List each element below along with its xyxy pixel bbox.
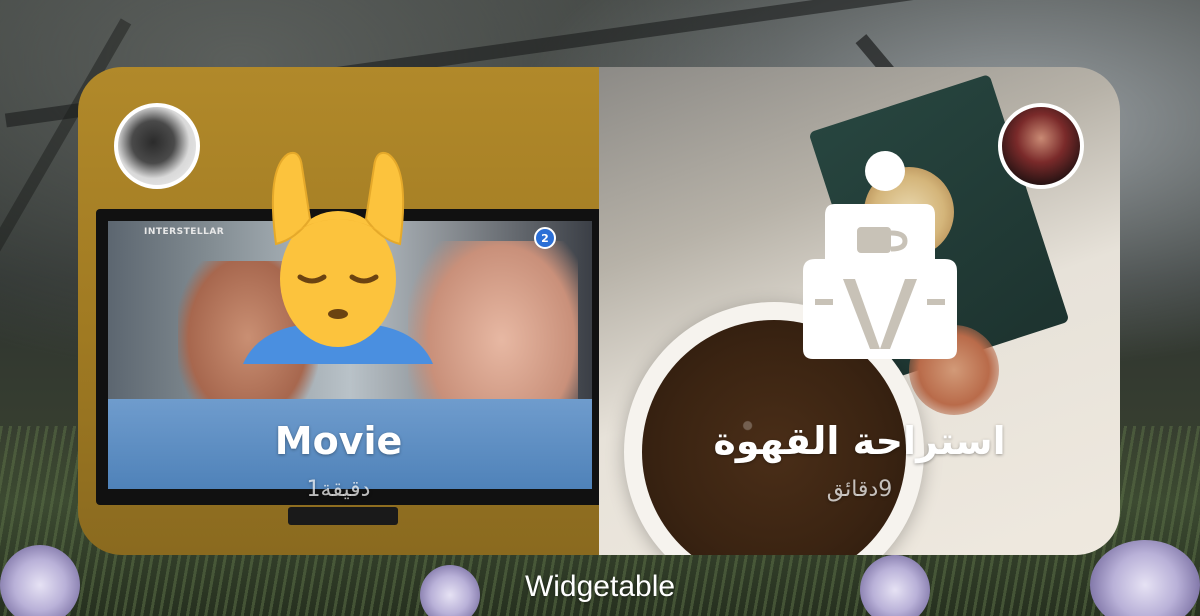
panel-title: استراحة القهوة <box>713 419 1006 463</box>
panel-title: Movie <box>274 419 403 463</box>
duration-widget[interactable]: INTERSTELLAR 2 Movie 1دقيقة استراحة القه… <box>78 67 1120 555</box>
coffee-break-pictogram-icon <box>803 151 957 359</box>
widget-panel-movie[interactable]: INTERSTELLAR 2 Movie 1دقيقة <box>78 67 599 555</box>
panel-duration: 9دقائق <box>826 477 893 502</box>
user-avatar[interactable] <box>998 103 1084 189</box>
tv-badge: 2 <box>534 227 556 249</box>
user-avatar[interactable] <box>114 103 200 189</box>
widget-panel-coffee-break[interactable]: استراحة القهوة 9دقائق <box>599 67 1120 555</box>
panel-duration: 1دقيقة <box>306 477 371 502</box>
tv-channel-label: INTERSTELLAR <box>144 227 225 237</box>
home-screen: { "widget": { "panels": [ { "title": "Mo… <box>0 0 1200 616</box>
tv-stand <box>288 507 398 525</box>
person-getting-massage-emoji <box>243 151 433 364</box>
widget-app-caption: Widgetable <box>524 570 676 603</box>
